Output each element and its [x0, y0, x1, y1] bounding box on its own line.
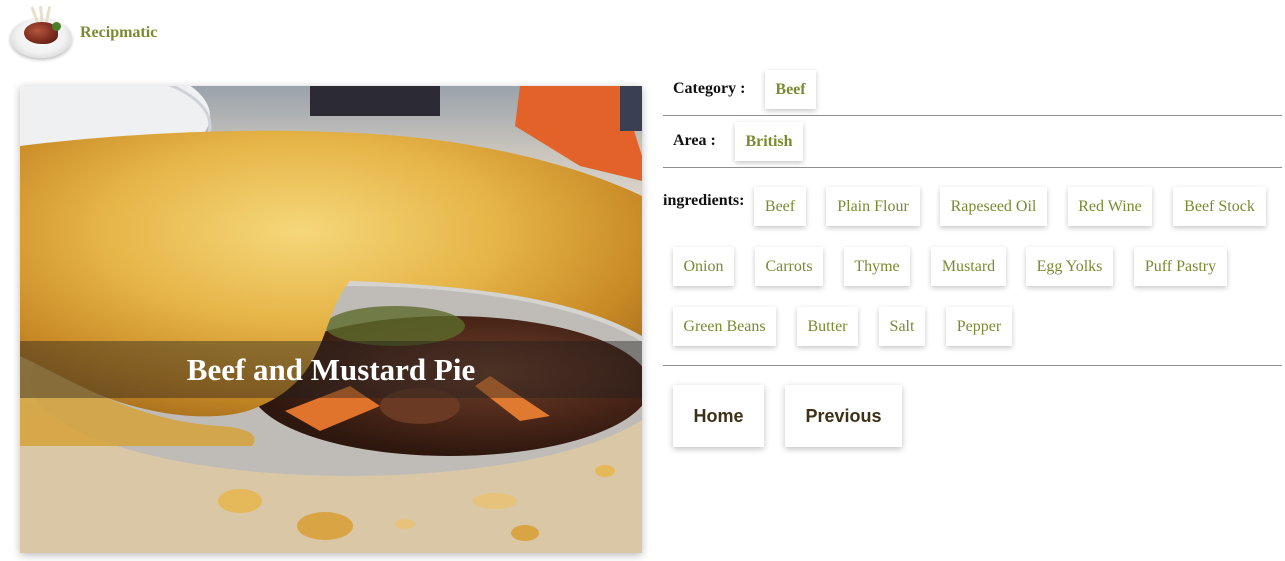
- previous-button[interactable]: Previous: [785, 385, 902, 447]
- ingredient-tag[interactable]: Puff Pastry: [1134, 247, 1227, 286]
- meal-title: Beef and Mustard Pie: [186, 351, 476, 387]
- beef-pie-photo: [20, 86, 642, 553]
- ingredient-tag[interactable]: Butter: [797, 307, 858, 346]
- brand-logo-icon[interactable]: [8, 4, 74, 60]
- brand-name[interactable]: Recipmatic: [80, 24, 157, 42]
- category-tag[interactable]: Beef: [765, 70, 816, 109]
- area-tag[interactable]: British: [735, 122, 803, 161]
- ingredient-tag[interactable]: Beef Stock: [1173, 187, 1266, 226]
- ingredient-tag[interactable]: Beef: [754, 187, 806, 226]
- meal-image: Beef and Mustard Pie: [20, 86, 642, 553]
- brand[interactable]: Recipmatic: [8, 4, 157, 60]
- ingredient-tag[interactable]: Salt: [879, 307, 925, 346]
- ingredients-label: ingredients:: [663, 192, 745, 209]
- area-label: Area :: [673, 132, 716, 149]
- ingredient-tag[interactable]: Onion: [673, 247, 734, 286]
- ingredient-tag[interactable]: Mustard: [931, 247, 1006, 286]
- meal-title-banner: Beef and Mustard Pie: [20, 341, 642, 398]
- ingredient-tag[interactable]: Pepper: [946, 307, 1012, 346]
- ingredient-tag[interactable]: Egg Yolks: [1026, 247, 1113, 286]
- ingredient-tag[interactable]: Rapeseed Oil: [940, 187, 1047, 226]
- divider: [663, 365, 1282, 366]
- home-button[interactable]: Home: [673, 385, 764, 447]
- ingredient-tag[interactable]: Carrots: [755, 247, 823, 286]
- ingredient-tag[interactable]: Plain Flour: [826, 187, 920, 226]
- divider: [663, 167, 1282, 168]
- divider: [663, 115, 1282, 116]
- category-label: Category :: [673, 80, 746, 97]
- ingredient-tag[interactable]: Green Beans: [673, 307, 776, 346]
- ingredient-tag[interactable]: Red Wine: [1068, 187, 1152, 226]
- ingredient-tag[interactable]: Thyme: [844, 247, 910, 286]
